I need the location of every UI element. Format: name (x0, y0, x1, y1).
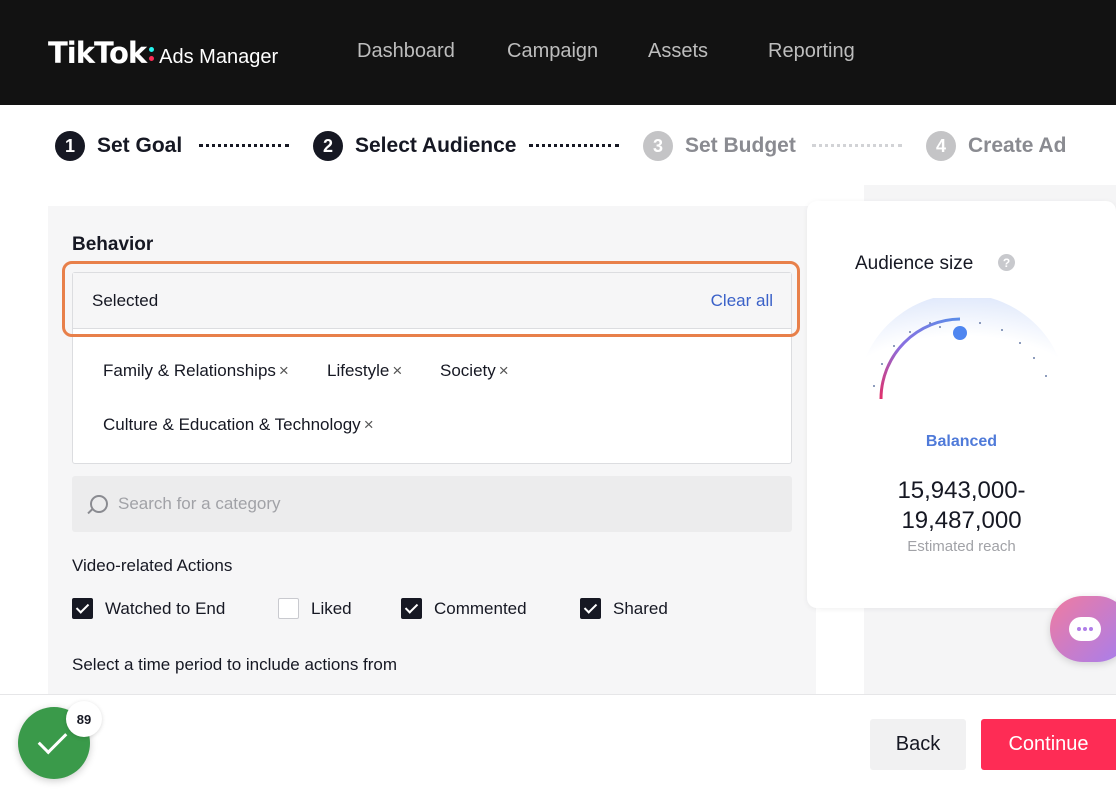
video-actions-title: Video-related Actions (72, 556, 233, 575)
category-tag: Lifestyle × (327, 361, 402, 381)
reach-range-start: 15,943,000- (897, 477, 1026, 504)
audience-gauge (857, 298, 1067, 400)
back-button[interactable]: Back (870, 719, 966, 770)
category-tag: Society × (440, 361, 509, 381)
reach-range-end: 19,487,000 (901, 507, 1022, 534)
step-label: Set Budget (685, 134, 796, 157)
checkbox-checked-icon[interactable] (580, 598, 601, 619)
tiktok-logo[interactable]: TikTok Ads Manager (48, 36, 278, 70)
step-number: 3 (643, 131, 673, 161)
audience-size-title: Audience size (855, 253, 974, 274)
checkbox-checked-icon[interactable] (72, 598, 93, 619)
step-select-audience[interactable]: 2 Select Audience (313, 131, 516, 161)
step-label: Select Audience (355, 134, 517, 157)
checkbox-label: Watched to End (105, 598, 226, 618)
time-period-label: Select a time period to include actions … (72, 655, 398, 674)
checkbox-label: Liked (311, 598, 352, 618)
checkbox-shared[interactable]: Shared (580, 598, 668, 619)
nav-dashboard[interactable]: Dashboard (357, 40, 455, 63)
nav-campaign[interactable]: Campaign (507, 40, 598, 63)
logo-wordmark: TikTok (48, 36, 147, 70)
remove-tag-icon[interactable]: × (279, 361, 289, 380)
remove-tag-icon[interactable]: × (392, 361, 402, 380)
category-search (72, 476, 792, 532)
selected-header: Selected Clear all (73, 273, 791, 329)
checkbox-unchecked-icon[interactable] (278, 598, 299, 619)
score-badge: 89 (66, 701, 102, 737)
step-set-budget[interactable]: 3 Set Budget (643, 131, 796, 161)
audience-status: Balanced (925, 433, 998, 450)
behavior-title: Behavior (72, 234, 154, 255)
search-icon (90, 495, 108, 513)
help-icon[interactable]: ? (998, 254, 1015, 271)
checkbox-label: Shared (613, 598, 668, 618)
tag-label: Family & Relationships (103, 361, 276, 380)
step-label: Set Goal (97, 134, 183, 157)
category-search-input[interactable] (118, 476, 768, 532)
gauge-indicator (953, 326, 967, 340)
remove-tag-icon[interactable]: × (364, 415, 374, 434)
step-create-ad[interactable]: 4 Create Ad (926, 131, 1066, 161)
logo-subtitle: Ads Manager (159, 46, 279, 68)
step-connector (199, 144, 289, 147)
checkbox-checked-icon[interactable] (401, 598, 422, 619)
checkbox-label: Commented (434, 598, 527, 618)
checkbox-commented[interactable]: Commented (401, 598, 527, 619)
chat-button[interactable] (1050, 596, 1116, 662)
chat-icon (1069, 617, 1101, 641)
step-number: 1 (55, 131, 85, 161)
step-set-goal[interactable]: 1 Set Goal (55, 131, 182, 161)
estimated-reach-label: Estimated reach (907, 538, 1016, 555)
step-label: Create Ad (968, 134, 1067, 157)
nav-reporting[interactable]: Reporting (768, 40, 855, 63)
step-connector (529, 144, 619, 147)
remove-tag-icon[interactable]: × (499, 361, 509, 380)
checkbox-watched-to-end[interactable]: Watched to End (72, 598, 225, 619)
step-number: 4 (926, 131, 956, 161)
checkbox-liked[interactable]: Liked (278, 598, 352, 619)
logo-colon-icon (148, 41, 156, 63)
nav-assets[interactable]: Assets (648, 40, 708, 63)
clear-all-button[interactable]: Clear all (711, 291, 773, 311)
tag-label: Society (440, 361, 496, 380)
continue-button[interactable]: Continue (981, 719, 1116, 770)
category-tag: Family & Relationships × (103, 361, 289, 381)
tag-label: Lifestyle (327, 361, 390, 380)
tag-label: Culture & Education & Technology (103, 415, 361, 434)
category-tag: Culture & Education & Technology × (103, 415, 374, 435)
step-number: 2 (313, 131, 343, 161)
step-connector (812, 144, 902, 147)
top-navigation: TikTok Ads Manager Dashboard Campaign As… (0, 0, 1116, 105)
estimated-reach-value: 15,943,000- 19,487,000 (807, 476, 1116, 536)
selected-label: Selected (92, 291, 159, 310)
